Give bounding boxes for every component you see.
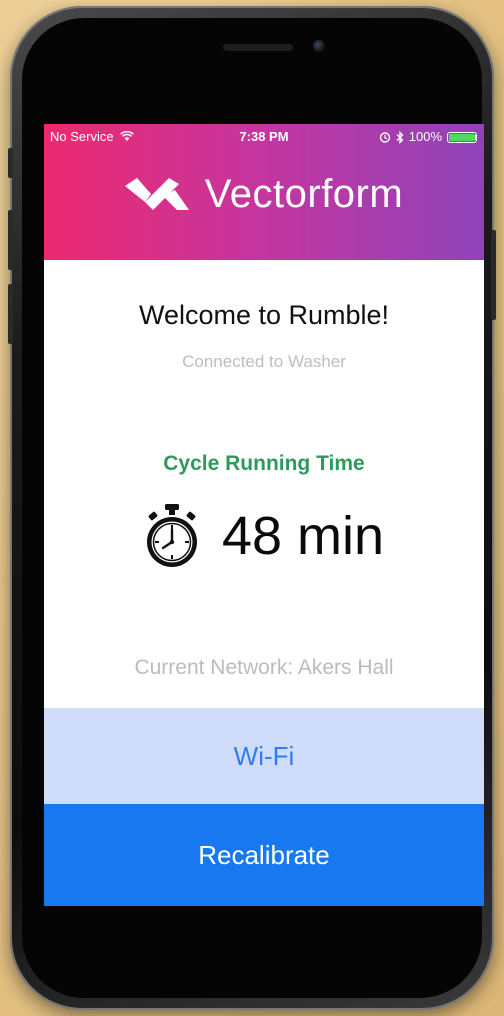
status-bar: No Service 7:38 PM 100% <box>44 124 484 150</box>
volume-up-button <box>8 210 13 270</box>
welcome-title: Welcome to Rumble! <box>138 300 390 330</box>
mute-switch <box>8 148 13 178</box>
recalibrate-button[interactable]: Recalibrate <box>44 804 484 906</box>
volume-down-button <box>8 284 13 344</box>
wifi-button[interactable]: Wi-Fi <box>44 708 484 804</box>
cycle-label: Cycle Running Time <box>163 452 365 475</box>
battery-percent: 100% <box>408 129 442 144</box>
cycle-time-value: 48 min <box>221 506 385 566</box>
battery-level-fill <box>449 133 475 141</box>
brand-bar: Vectorform <box>44 164 484 224</box>
vectorform-logo-icon <box>124 178 189 210</box>
wifi-button-label: Wi-Fi <box>233 740 295 771</box>
app-header: No Service 7:38 PM 100% Vectorform <box>44 124 484 260</box>
alarm-icon <box>379 132 390 143</box>
front-camera <box>313 40 325 52</box>
app-screen: No Service 7:38 PM 100% Vectorform Welco… <box>44 124 484 906</box>
status-right: 100% <box>379 124 477 150</box>
current-network: Current Network: Akers Hall <box>134 656 394 679</box>
stopwatch-icon <box>146 504 197 567</box>
recalibrate-button-label: Recalibrate <box>198 839 330 870</box>
power-button <box>491 230 496 320</box>
cycle-timer: 48 min <box>44 496 484 576</box>
earpiece-speaker <box>223 44 293 51</box>
battery-icon <box>447 131 477 143</box>
connection-status: Connected to Washer <box>182 352 346 371</box>
brand-name: Vectorform <box>204 171 404 216</box>
bluetooth-icon <box>396 130 404 144</box>
